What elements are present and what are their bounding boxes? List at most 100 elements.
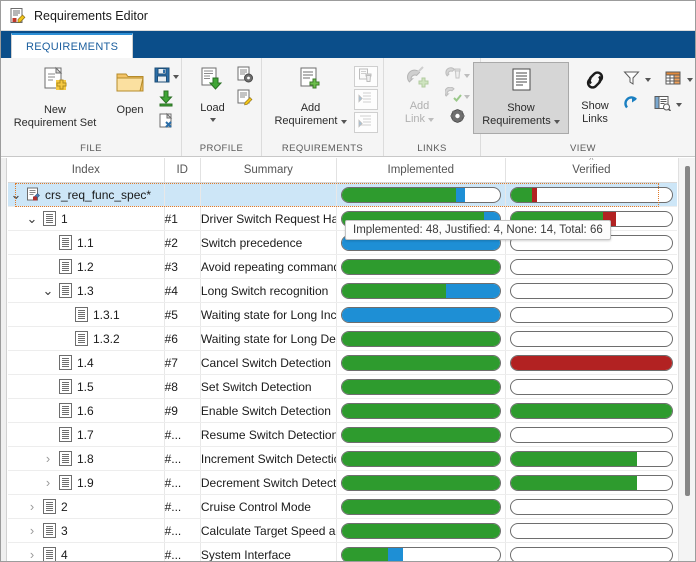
cell-implemented-bar[interactable] xyxy=(341,307,501,323)
twisty-collapsed-icon[interactable]: › xyxy=(40,447,56,470)
cell-summary[interactable]: Driver Switch Request Ha... xyxy=(200,207,336,231)
twisty-collapsed-icon[interactable]: › xyxy=(24,519,40,542)
table-row[interactable]: ›1.9#...Decrement Switch Detecti... xyxy=(8,471,677,495)
cell-implemented[interactable] xyxy=(336,183,505,207)
cell-implemented[interactable] xyxy=(336,495,505,519)
edit-profile-button[interactable] xyxy=(236,89,254,110)
show-links-button[interactable]: Show Links xyxy=(569,62,621,130)
cell-index[interactable]: ⌄1.3 xyxy=(8,279,164,303)
cell-implemented[interactable] xyxy=(336,447,505,471)
cell-summary[interactable]: Waiting state for Long Inc... xyxy=(200,303,336,327)
cell-verified[interactable] xyxy=(505,183,677,207)
cell-index[interactable]: 1.7 xyxy=(8,423,164,447)
cell-summary[interactable]: Long Switch recognition xyxy=(200,279,336,303)
vertical-scrollbar[interactable] xyxy=(678,158,695,561)
twisty-expanded-icon[interactable]: ⌄ xyxy=(40,279,56,302)
cell-summary[interactable]: Resume Switch Detection xyxy=(200,423,336,447)
cell-summary[interactable]: Decrement Switch Detecti... xyxy=(200,471,336,495)
cell-summary[interactable]: Cancel Switch Detection xyxy=(200,351,336,375)
column-header-implemented[interactable]: Implemented xyxy=(336,158,505,183)
close-set-button[interactable] xyxy=(157,112,175,133)
cell-verified-bar[interactable] xyxy=(510,451,673,467)
twisty-expanded-icon[interactable]: ⌄ xyxy=(8,183,24,206)
cell-index[interactable]: ›4 xyxy=(8,543,164,562)
demote-requirement-button[interactable] xyxy=(354,112,378,133)
cell-verified-bar[interactable] xyxy=(510,379,673,395)
cell-summary[interactable]: System Interface xyxy=(200,543,336,562)
cell-implemented-bar[interactable] xyxy=(341,187,501,203)
cell-verified[interactable] xyxy=(505,303,677,327)
load-profile-caret-icon[interactable] xyxy=(210,118,216,122)
cell-implemented[interactable] xyxy=(336,255,505,279)
columns-caret-icon[interactable] xyxy=(687,78,693,82)
cell-index[interactable]: ›1.9 xyxy=(8,471,164,495)
cell-verified[interactable] xyxy=(505,399,677,423)
cell-id[interactable]: #... xyxy=(164,543,200,562)
cell-summary[interactable]: Increment Switch Detection xyxy=(200,447,336,471)
promote-requirement-button[interactable] xyxy=(354,89,378,110)
cell-verified-bar[interactable] xyxy=(510,547,673,562)
cell-verified-bar[interactable] xyxy=(510,283,673,299)
cell-summary[interactable]: Cruise Control Mode xyxy=(200,495,336,519)
add-requirement-caret-icon[interactable] xyxy=(341,120,347,124)
table-row[interactable]: 1.4#7Cancel Switch Detection xyxy=(8,351,677,375)
cell-verified[interactable] xyxy=(505,279,677,303)
cell-verified-bar[interactable] xyxy=(510,331,673,347)
filter-caret-icon[interactable] xyxy=(645,78,651,82)
column-header-id[interactable]: ID xyxy=(164,158,200,183)
cell-implemented-bar[interactable] xyxy=(341,427,501,443)
cell-summary[interactable]: Waiting state for Long De... xyxy=(200,327,336,351)
cell-id[interactable]: #1 xyxy=(164,207,200,231)
table-row[interactable]: ›3#...Calculate Target Speed an... xyxy=(8,519,677,543)
table-row[interactable]: 1.2#3Avoid repeating commands xyxy=(8,255,677,279)
cell-implemented-bar[interactable] xyxy=(341,355,501,371)
table-row[interactable]: ›2#...Cruise Control Mode xyxy=(8,495,677,519)
validate-link-caret-icon[interactable] xyxy=(464,95,470,99)
cell-summary[interactable]: Avoid repeating commands xyxy=(200,255,336,279)
table-row[interactable]: 1.5#8Set Switch Detection xyxy=(8,375,677,399)
cell-summary[interactable]: Enable Switch Detection xyxy=(200,399,336,423)
show-requirements-button[interactable]: Show Requirements xyxy=(473,62,569,134)
cell-implemented-bar[interactable] xyxy=(341,499,501,515)
cell-verified-bar[interactable] xyxy=(510,259,673,275)
cell-summary[interactable]: Calculate Target Speed an... xyxy=(200,519,336,543)
cell-verified-bar[interactable] xyxy=(510,523,673,539)
cell-index[interactable]: ›1.8 xyxy=(8,447,164,471)
cell-index[interactable]: 1.3.2 xyxy=(8,327,164,351)
validate-link-button[interactable] xyxy=(445,87,470,106)
add-link-button[interactable]: Add Link xyxy=(395,62,445,130)
cell-verified-bar[interactable] xyxy=(510,403,673,419)
cell-verified[interactable] xyxy=(505,471,677,495)
column-header-summary[interactable]: Summary xyxy=(200,158,336,183)
add-requirement-button[interactable]: Add Requirement xyxy=(268,62,354,132)
link-settings-button[interactable] xyxy=(449,108,466,127)
cell-id[interactable]: #4 xyxy=(164,279,200,303)
cell-verified[interactable] xyxy=(505,519,677,543)
delete-link-button[interactable] xyxy=(445,66,470,85)
cell-verified-bar[interactable] xyxy=(510,499,673,515)
table-row[interactable]: ⌄1.3#4Long Switch recognition xyxy=(8,279,677,303)
cell-verified-bar[interactable] xyxy=(510,355,673,371)
cell-verified-bar[interactable] xyxy=(510,475,673,491)
column-header-index[interactable]: Index xyxy=(8,158,164,183)
cell-index[interactable]: 1.5 xyxy=(8,375,164,399)
cell-verified-bar[interactable] xyxy=(510,307,673,323)
cell-implemented-bar[interactable] xyxy=(341,403,501,419)
table-row[interactable]: ›1.8#...Increment Switch Detection xyxy=(8,447,677,471)
cell-id[interactable]: #6 xyxy=(164,327,200,351)
cell-implemented-bar[interactable] xyxy=(341,283,501,299)
table-row[interactable]: 1.3.1#5Waiting state for Long Inc... xyxy=(8,303,677,327)
cell-implemented-bar[interactable] xyxy=(341,523,501,539)
cell-verified[interactable] xyxy=(505,423,677,447)
cell-verified[interactable] xyxy=(505,351,677,375)
cell-implemented[interactable] xyxy=(336,279,505,303)
table-row[interactable]: ›4#...System Interface xyxy=(8,543,677,562)
cell-implemented[interactable] xyxy=(336,375,505,399)
tab-requirements[interactable]: REQUIREMENTS xyxy=(11,33,133,58)
profile-settings-button[interactable] xyxy=(236,66,254,87)
cell-implemented[interactable] xyxy=(336,303,505,327)
cell-id[interactable]: #7 xyxy=(164,351,200,375)
vertical-scrollbar-thumb[interactable] xyxy=(685,166,690,496)
cell-implemented-bar[interactable] xyxy=(341,475,501,491)
cell-index[interactable]: 1.6 xyxy=(8,399,164,423)
